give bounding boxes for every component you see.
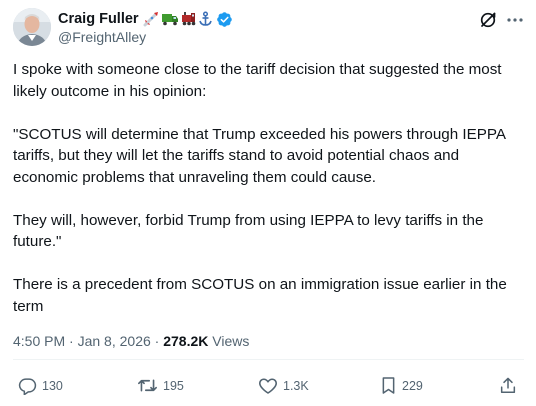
display-name[interactable]: Craig Fuller	[58, 11, 139, 27]
reply-count: 130	[42, 378, 63, 393]
train-icon	[180, 11, 197, 27]
action-bar: 130 195 1.3K 229	[0, 376, 536, 398]
anchor-icon	[198, 11, 213, 27]
author-name-row: Craig Fuller	[58, 10, 233, 28]
views-label: Views	[212, 333, 250, 349]
meta-separator: ·	[154, 333, 160, 349]
share-icon	[500, 377, 516, 393]
rocket-icon	[143, 11, 160, 27]
like-button[interactable]: 1.3K	[258, 376, 309, 395]
author-handle[interactable]: @FreightAlley	[58, 29, 146, 45]
heart-icon	[259, 378, 277, 394]
name-emojis	[143, 11, 213, 27]
tweet-paragraph: "SCOTUS will determine that Trump exceed…	[13, 125, 506, 186]
share-button[interactable]	[499, 376, 517, 395]
like-count: 1.3K	[283, 378, 309, 393]
tweet-text: I spoke with someone close to the tariff…	[13, 59, 525, 317]
more-options-icon[interactable]	[504, 10, 526, 30]
bookmark-button[interactable]: 229	[380, 376, 423, 395]
avatar[interactable]	[13, 8, 51, 46]
truck-icon	[161, 11, 179, 27]
divider	[13, 359, 524, 360]
grok-icon[interactable]	[478, 10, 498, 30]
tweet-date[interactable]: Jan 8, 2026	[78, 333, 151, 349]
tweet-time[interactable]: 4:50 PM	[13, 333, 65, 349]
verified-badge-icon[interactable]	[216, 11, 233, 28]
bookmark-count: 229	[402, 378, 423, 393]
tweet-paragraph: They will, however, forbid Trump from us…	[13, 211, 484, 251]
meta-separator: ·	[69, 333, 74, 349]
repost-button[interactable]: 195	[137, 376, 184, 395]
reply-button[interactable]: 130	[18, 376, 63, 395]
reply-icon	[18, 378, 37, 395]
repost-icon	[138, 379, 157, 392]
tweet-paragraph: There is a precedent from SCOTUS on an i…	[13, 276, 507, 315]
tweet: Craig Fuller @FreightAlley I spoke with …	[0, 0, 536, 406]
tweet-meta: 4:50 PM · Jan 8, 2026 · 278.2K Views	[13, 333, 249, 349]
avatar-image	[13, 8, 51, 46]
repost-count: 195	[163, 378, 184, 393]
views-count: 278.2K	[163, 333, 209, 349]
bookmark-icon	[382, 377, 395, 394]
tweet-paragraph: I spoke with someone close to the tariff…	[13, 61, 502, 100]
